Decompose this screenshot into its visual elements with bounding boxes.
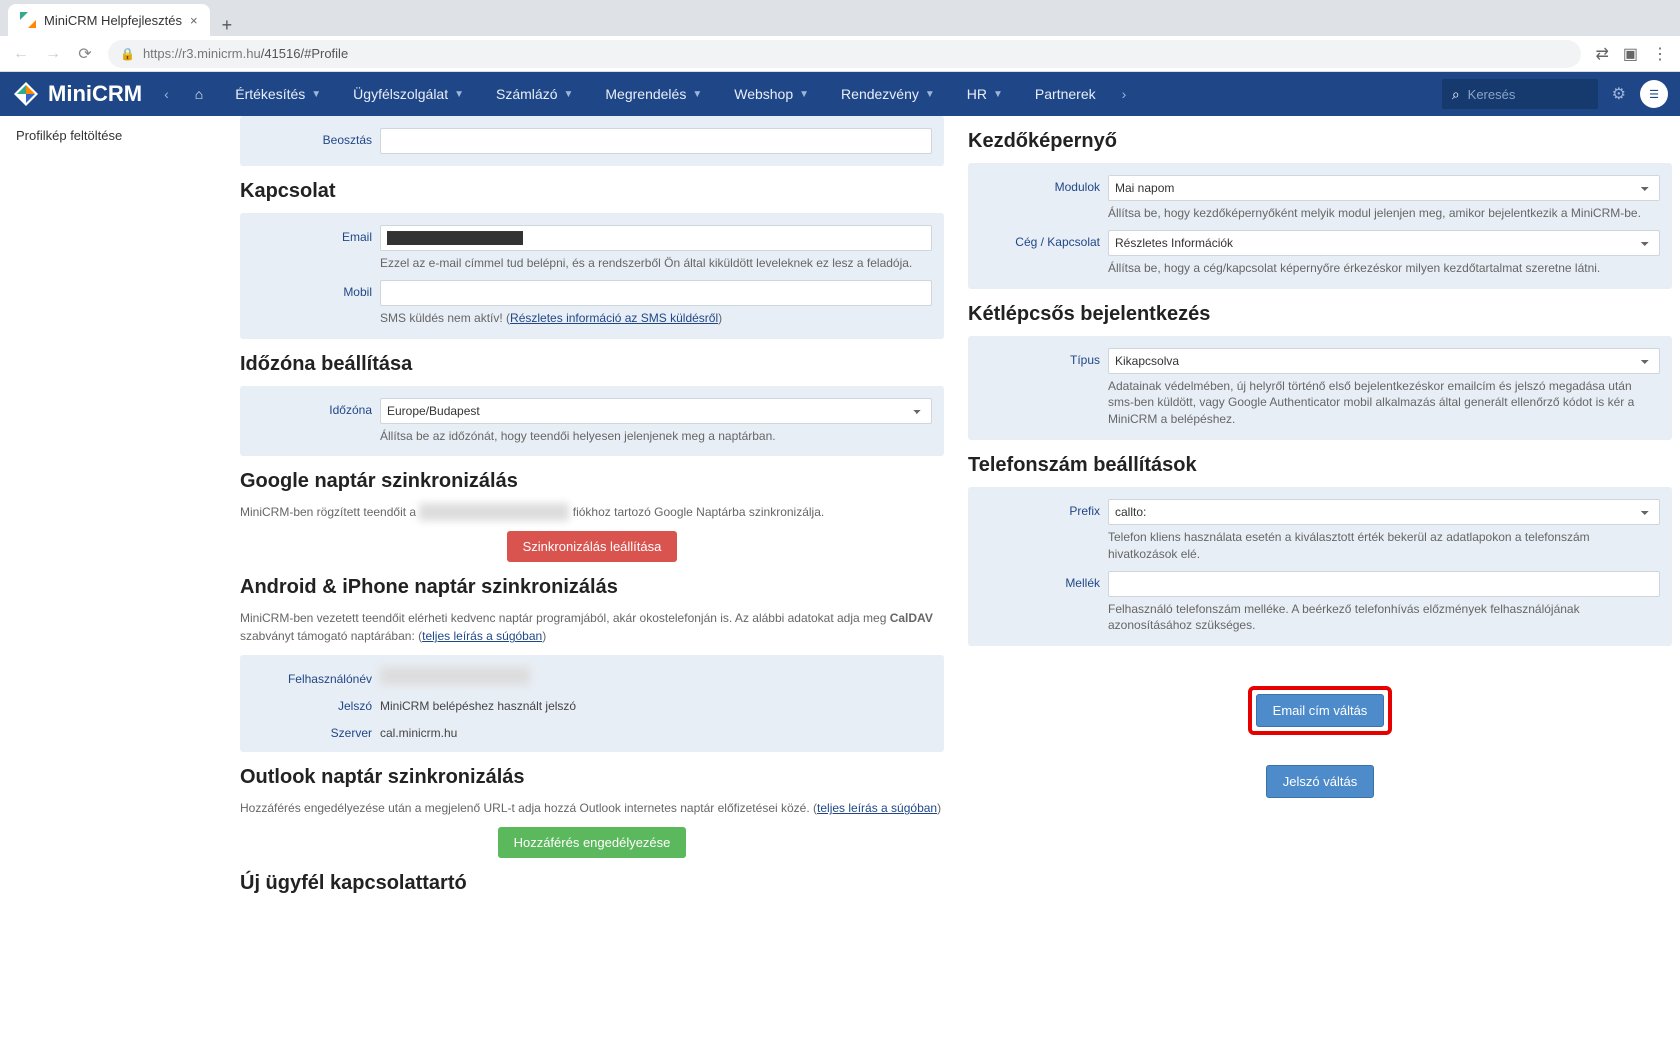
password-label: Jelszó — [252, 694, 372, 713]
search-box[interactable]: ⌕ — [1442, 79, 1598, 109]
beosztas-input[interactable] — [380, 128, 932, 154]
mellek-label: Mellék — [980, 571, 1100, 590]
email-change-button[interactable]: Email cím váltás — [1256, 694, 1385, 727]
tab-close-icon[interactable]: × — [190, 13, 198, 28]
caldav-help-link[interactable]: teljes leírás a súgóban — [422, 629, 542, 643]
email-change-highlight: Email cím váltás — [1248, 686, 1393, 735]
mobil-label: Mobil — [252, 280, 372, 299]
outlook-enable-button[interactable]: Hozzáférés engedélyezése — [498, 827, 687, 858]
modulok-select[interactable]: Mai napom — [1108, 175, 1660, 201]
nav-item-partnerek[interactable]: Partnerek — [1021, 72, 1110, 116]
nav-item-rendezveny[interactable]: Rendezvény▼ — [827, 72, 949, 116]
address-bar[interactable]: 🔒 https://r3.minicrm.hu/41516/#Profile — [108, 40, 1581, 68]
home-icon: ⌂ — [195, 86, 203, 102]
ceg-label: Cég / Kapcsolat — [980, 230, 1100, 249]
left-column: Beosztás Kapcsolat Email Ezzel az e-mail… — [240, 116, 944, 1050]
forward-icon[interactable]: → — [44, 45, 62, 63]
tipus-select[interactable]: Kikapcsolva — [1108, 348, 1660, 374]
outlook-title: Outlook naptár szinkronizálás — [240, 766, 944, 789]
gcal-stop-button[interactable]: Szinkronizálás leállítása — [507, 531, 678, 562]
search-input[interactable] — [1468, 87, 1588, 102]
back-icon[interactable]: ← — [12, 45, 30, 63]
translate-icon[interactable]: ⇄ — [1595, 44, 1608, 64]
lock-icon: 🔒 — [120, 47, 135, 61]
timezone-select[interactable]: Europe/Budapest — [380, 398, 932, 424]
chevron-down-icon: ▼ — [925, 89, 935, 100]
phone-title: Telefonszám beállítások — [968, 454, 1672, 477]
mellek-help: Felhasználó telefonszám melléke. A beérk… — [1108, 601, 1660, 635]
browser-toolbar: ← → ⟳ 🔒 https://r3.minicrm.hu/41516/#Pro… — [0, 36, 1680, 72]
nav-scroll-right-icon[interactable]: › — [1114, 86, 1135, 102]
mobil-input[interactable] — [380, 280, 932, 306]
sidebar: Profilkép feltöltése — [0, 116, 240, 1050]
mellek-input[interactable] — [1108, 571, 1660, 597]
tipus-label: Típus — [980, 348, 1100, 367]
main-nav: MiniCRM ‹ ⌂ Értékesítés▼ Ügyfélszolgálat… — [0, 72, 1680, 116]
profile-upload-link[interactable]: Profilkép feltöltése — [16, 128, 224, 143]
nav-item-hr[interactable]: HR▼ — [953, 72, 1017, 116]
server-label: Szerver — [252, 721, 372, 740]
reload-icon[interactable]: ⟳ — [76, 44, 94, 64]
twofa-title: Kétlépcsős bejelentkezés — [968, 303, 1672, 326]
logo[interactable]: MiniCRM — [12, 80, 142, 108]
mobile-sync-desc: MiniCRM-ben vezetett teendőit elérheti k… — [240, 609, 944, 645]
outlook-help-link[interactable]: teljes leírás a súgóban — [817, 801, 937, 815]
prefix-label: Prefix — [980, 499, 1100, 518]
email-help: Ezzel az e-mail címmel tud belépni, és a… — [380, 255, 932, 272]
browser-tab-strip: MiniCRM Helpfejlesztés × + — [0, 0, 1680, 36]
password-change-button[interactable]: Jelszó váltás — [1266, 765, 1374, 798]
browser-tab[interactable]: MiniCRM Helpfejlesztés × — [8, 4, 210, 36]
ujugyfel-title: Új ügyfél kapcsolattartó — [240, 872, 944, 895]
prefix-select[interactable]: callto: — [1108, 499, 1660, 525]
password-value: MiniCRM belépéshez használt jelszó — [380, 694, 932, 713]
gcal-title: Google naptár szinkronizálás — [240, 470, 944, 493]
chevron-down-icon: ▼ — [692, 89, 702, 100]
nav-item-megrendeles[interactable]: Megrendelés▼ — [591, 72, 716, 116]
home-screen-title: Kezdőképernyő — [968, 130, 1672, 153]
gear-icon[interactable]: ⚙ — [1612, 84, 1626, 104]
logo-icon — [12, 80, 40, 108]
timezone-label: Időzóna — [252, 398, 372, 417]
modulok-label: Modulok — [980, 175, 1100, 194]
kapcsolat-title: Kapcsolat — [240, 180, 944, 203]
logo-text: MiniCRM — [48, 81, 142, 107]
modulok-help: Állítsa be, hogy kezdőképernyőként melyi… — [1108, 205, 1660, 222]
tab-favicon — [20, 12, 36, 28]
nav-item-ertekesites[interactable]: Értékesítés▼ — [221, 72, 335, 116]
chevron-down-icon: ▼ — [799, 89, 809, 100]
chevron-down-icon: ▼ — [311, 89, 321, 100]
email-label: Email — [252, 225, 372, 244]
avatar[interactable]: ☰ — [1640, 80, 1668, 108]
outlook-desc: Hozzáférés engedélyezése után a megjelen… — [240, 799, 944, 817]
nav-item-webshop[interactable]: Webshop▼ — [720, 72, 823, 116]
sms-help: SMS küldés nem aktív! (Részletes informá… — [380, 310, 932, 327]
nav-item-ugyfelszolgalat[interactable]: Ügyfélszolgálat▼ — [339, 72, 478, 116]
chevron-down-icon: ▼ — [563, 89, 573, 100]
chevron-down-icon: ▼ — [993, 89, 1003, 100]
chevron-down-icon: ▼ — [454, 89, 464, 100]
search-icon: ⌕ — [1452, 86, 1460, 103]
extension-icon[interactable]: ▣ — [1623, 44, 1638, 64]
new-tab-button[interactable]: + — [210, 15, 245, 36]
right-column: Kezdőképernyő Modulok Mai napom Állítsa … — [968, 116, 1672, 1050]
tab-title: MiniCRM Helpfejlesztés — [44, 13, 182, 28]
timezone-help: Állítsa be az időzónát, hogy teendői hel… — [380, 428, 932, 445]
ceg-select[interactable]: Részletes Információk — [1108, 230, 1660, 256]
beosztas-label: Beosztás — [252, 128, 372, 147]
timezone-title: Időzóna beállítása — [240, 353, 944, 376]
prefix-help: Telefon kliens használata esetén a kivál… — [1108, 529, 1660, 563]
gcal-desc: MiniCRM-ben rögzített teendőit a hidden … — [240, 503, 944, 521]
mobile-sync-title: Android & iPhone naptár szinkronizálás — [240, 576, 944, 599]
menu-icon[interactable]: ⋮ — [1652, 44, 1668, 64]
nav-item-szamlazo[interactable]: Számlázó▼ — [482, 72, 587, 116]
email-input[interactable] — [380, 225, 932, 251]
username-value: hidden — [380, 667, 530, 685]
nav-scroll-left-icon[interactable]: ‹ — [156, 86, 177, 102]
ceg-help: Állítsa be, hogy a cég/kapcsolat képerny… — [1108, 260, 1660, 277]
tipus-help: Adatainak védelmében, új helyről történő… — [1108, 378, 1660, 428]
nav-home[interactable]: ⌂ — [181, 72, 217, 116]
username-label: Felhasználónév — [252, 667, 372, 686]
sms-info-link[interactable]: Részletes információ az SMS küldésről — [510, 311, 718, 325]
server-value: cal.minicrm.hu — [380, 721, 932, 740]
